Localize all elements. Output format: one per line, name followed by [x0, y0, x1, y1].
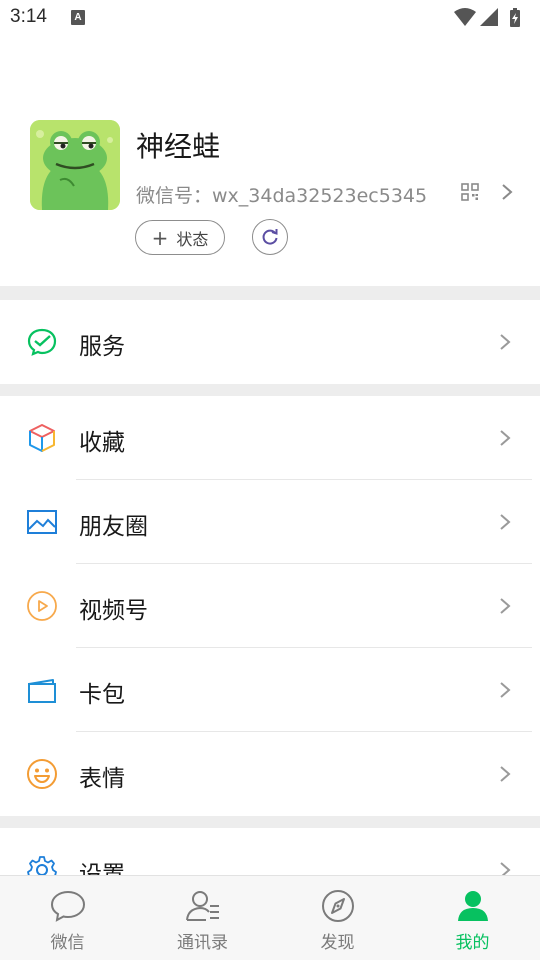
- menu-row-moments[interactable]: 朋友圈: [0, 480, 540, 564]
- menu-row-stickers[interactable]: 表情: [0, 732, 540, 816]
- menu-label-stickers: 表情: [79, 766, 125, 792]
- frog-avatar-icon: [30, 120, 120, 210]
- contacts-icon: [185, 891, 219, 921]
- section-gap: [0, 384, 540, 396]
- compass-icon: [321, 890, 354, 922]
- wechat-id: 微信号：wx_34da32523ec5345: [136, 185, 428, 207]
- menu-row-favorites[interactable]: 收藏: [0, 396, 540, 480]
- add-status-button[interactable]: + 状态: [135, 220, 225, 255]
- section-gap: [0, 816, 540, 828]
- refresh-status-button[interactable]: [252, 219, 288, 255]
- service-check-icon: [27, 328, 57, 356]
- profile-header[interactable]: 神经蛙 微信号：wx_34da32523ec5345 + 状态: [0, 36, 540, 286]
- wifi-icon: [454, 8, 476, 26]
- chat-bubble-icon: [50, 890, 85, 922]
- refresh-icon: [262, 229, 278, 245]
- menu-label-moments: 朋友圈: [79, 514, 148, 540]
- sticker-smile-icon: [27, 759, 57, 789]
- channels-play-icon: [27, 591, 57, 621]
- system-status-icons: [454, 8, 520, 27]
- chevron-right-icon: [500, 598, 511, 614]
- tab-label-discover: 发现: [320, 933, 355, 953]
- chevron-right-icon: [500, 334, 511, 350]
- chevron-right-icon[interactable]: [500, 182, 514, 202]
- moments-image-icon: [27, 510, 57, 534]
- tab-me[interactable]: 我的: [405, 876, 540, 960]
- menu-row-card-wallet[interactable]: 卡包: [0, 648, 540, 732]
- card-wallet-icon: [28, 679, 56, 703]
- person-icon: [457, 891, 488, 921]
- battery-icon: [510, 8, 520, 27]
- qr-code-icon[interactable]: [461, 183, 479, 201]
- menu-label-channels: 视频号: [79, 598, 148, 624]
- menu-row-channels[interactable]: 视频号: [0, 564, 540, 648]
- chevron-right-icon: [500, 766, 511, 782]
- bottom-tab-bar: 微信 通讯录 发现 我的: [0, 875, 540, 960]
- favorites-cube-icon: [29, 424, 55, 452]
- chevron-right-icon: [500, 682, 511, 698]
- tab-chats[interactable]: 微信: [0, 876, 135, 960]
- menu-label-favorites: 收藏: [79, 430, 125, 456]
- status-button-label: 状态: [176, 229, 209, 249]
- tab-contacts[interactable]: 通讯录: [135, 876, 270, 960]
- menu-row-service[interactable]: 服务: [0, 300, 540, 384]
- tab-label-contacts: 通讯录: [177, 933, 228, 953]
- menu-label-service: 服务: [79, 334, 125, 360]
- plus-icon: +: [151, 225, 169, 250]
- tab-label-chats: 微信: [50, 933, 85, 953]
- chevron-right-icon: [500, 430, 511, 446]
- tab-discover[interactable]: 发现: [270, 876, 405, 960]
- status-bar: 3:14 A: [0, 0, 540, 36]
- menu-label-card-wallet: 卡包: [79, 682, 125, 708]
- chevron-right-icon: [500, 514, 511, 530]
- tab-label-me: 我的: [455, 933, 490, 953]
- notification-app-icon: A: [71, 10, 85, 25]
- section-gap: [0, 286, 540, 300]
- profile-name: 神经蛙: [136, 130, 221, 163]
- avatar[interactable]: [30, 120, 120, 210]
- status-time: 3:14: [10, 6, 47, 27]
- signal-icon: [480, 8, 498, 26]
